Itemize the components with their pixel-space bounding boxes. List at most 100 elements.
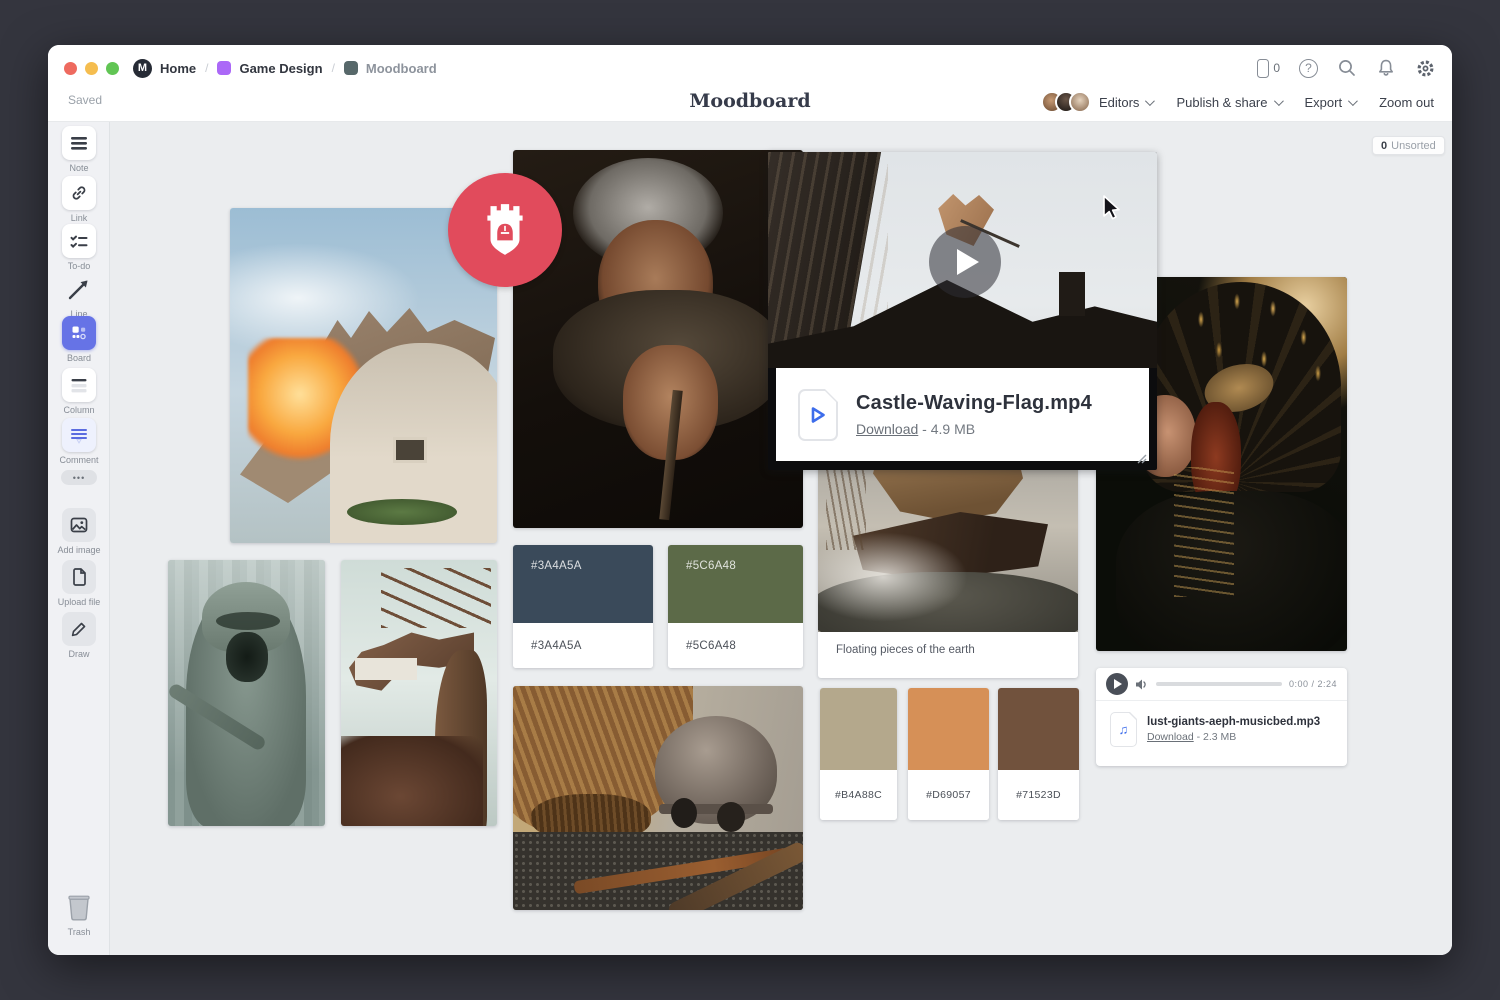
castle-logo-badge[interactable]	[448, 173, 562, 287]
app-window: M Home / Game Design / Moodboard 0 ?	[48, 45, 1452, 955]
settings-gear-icon[interactable]	[1415, 58, 1436, 79]
volume-icon[interactable]	[1135, 678, 1149, 691]
breadcrumb-project[interactable]: Game Design	[239, 61, 322, 76]
card-floating-earth[interactable]: Floating pieces of the earth	[818, 440, 1078, 678]
header-actions: Editors Publish & share Export Zoom out	[1041, 89, 1434, 115]
tool-draw[interactable]: Draw	[48, 612, 110, 659]
play-icon	[1114, 679, 1122, 689]
music-note-icon: ♫	[1119, 722, 1129, 737]
download-link[interactable]: Download	[1147, 731, 1194, 743]
audio-progress-track[interactable]	[1156, 682, 1282, 686]
folded-corner	[825, 389, 838, 402]
tool-link[interactable]: Link	[48, 176, 110, 223]
toolbar-row: Saved Moodboard Editors Publish & share	[48, 89, 1452, 115]
file-size: 4.9 MB	[931, 421, 975, 437]
swatch-color	[820, 688, 897, 770]
board-canvas[interactable]: 0 Unsorted	[110, 122, 1452, 955]
audio-file-icon: ♫	[1110, 712, 1137, 747]
video-card[interactable]: Castle-Waving-Flag.mp4 Download - 4.9 MB	[768, 152, 1157, 470]
tool-label: Link	[71, 213, 88, 223]
mouth-decor	[226, 632, 268, 682]
phone-icon	[1257, 59, 1269, 78]
tool-board[interactable]: Board	[48, 316, 110, 363]
tool-note[interactable]: Note	[48, 126, 110, 173]
device-preview-button[interactable]: 0	[1257, 59, 1280, 78]
swatch-color	[513, 545, 653, 623]
audio-time: 0:00 / 2:24	[1289, 679, 1337, 689]
eye-hole-left-decor	[671, 798, 697, 828]
avatar	[1069, 91, 1091, 113]
export-button[interactable]: Export	[1305, 95, 1356, 110]
audio-file-text: lust-giants-aeph-musicbed.mp3 Download -…	[1147, 716, 1320, 743]
video-download-row: Download - 4.9 MB	[856, 421, 1092, 437]
help-icon[interactable]: ?	[1299, 59, 1318, 78]
maximize-window-button[interactable]	[106, 62, 119, 75]
tool-upload-file[interactable]: Upload file	[48, 560, 110, 607]
play-outline-icon	[809, 405, 827, 425]
column-icon	[62, 368, 96, 402]
tool-comment[interactable]: Comment	[48, 418, 110, 465]
publish-share-button[interactable]: Publish & share	[1176, 95, 1280, 110]
image-skeleton-knight[interactable]	[168, 560, 325, 826]
color-swatch-card[interactable]: #71523D	[998, 688, 1079, 820]
audio-player: 0:00 / 2:24	[1096, 668, 1347, 701]
eye-shadow-decor	[216, 612, 280, 630]
search-icon[interactable]	[1337, 58, 1357, 78]
swatch-footer: #3A4A5A	[513, 623, 653, 668]
main-area: Note Link	[48, 122, 1452, 955]
chevron-down-icon	[1145, 96, 1155, 106]
tool-label: Draw	[68, 649, 89, 659]
download-link[interactable]: Download	[856, 421, 918, 437]
color-swatch-card[interactable]: #B4A88C	[820, 688, 897, 820]
video-file-icon	[798, 389, 838, 441]
tool-column[interactable]: Column	[48, 368, 110, 415]
swatch-color	[668, 545, 803, 623]
project-color-icon	[217, 61, 231, 75]
audio-play-button[interactable]	[1106, 673, 1128, 695]
image-viking-helmet[interactable]	[513, 686, 803, 910]
color-swatch-card[interactable]: #5C6A48 #5C6A48	[668, 545, 803, 668]
file-size: 2.3 MB	[1203, 731, 1236, 743]
tool-label: Column	[63, 405, 94, 415]
unsorted-label: Unsorted	[1391, 140, 1436, 152]
chevron-down-icon	[1348, 96, 1358, 106]
app-logo-icon[interactable]: M	[133, 59, 152, 78]
notifications-bell-icon[interactable]	[1376, 58, 1396, 78]
tool-line[interactable]: Line	[48, 272, 110, 319]
unsorted-count: 0	[1381, 140, 1387, 152]
breadcrumb-home[interactable]: Home	[160, 61, 196, 76]
branches-decor	[826, 460, 866, 550]
tool-trash[interactable]: Trash	[48, 890, 110, 937]
swatch-hex-overlay: #3A4A5A	[531, 560, 582, 572]
minimize-window-button[interactable]	[85, 62, 98, 75]
audio-card[interactable]: 0:00 / 2:24 ♫ lust-giants-aeph-musicbed.…	[1096, 668, 1347, 766]
tool-add-image[interactable]: Add image	[48, 508, 110, 555]
video-play-button[interactable]	[929, 226, 1001, 298]
video-preview[interactable]	[768, 152, 1157, 368]
zoom-out-label: Zoom out	[1379, 95, 1434, 110]
close-window-button[interactable]	[64, 62, 77, 75]
chevron-down-icon	[1273, 96, 1283, 106]
editors-menu-button[interactable]: Editors	[1041, 91, 1152, 113]
color-swatch-card[interactable]: #3A4A5A #3A4A5A	[513, 545, 653, 668]
window-decor	[393, 437, 427, 463]
tool-label: Note	[69, 163, 88, 173]
zoom-out-button[interactable]: Zoom out	[1379, 95, 1434, 110]
tool-more[interactable]: •••	[48, 470, 110, 485]
color-swatch-card[interactable]: #D69057	[908, 688, 989, 820]
breadcrumb-board[interactable]: Moodboard	[366, 61, 437, 76]
size-separator: -	[918, 421, 930, 437]
more-tools-button: •••	[61, 470, 97, 485]
swatch-hex-label: #D69057	[926, 789, 971, 801]
mouse-cursor	[1100, 194, 1124, 222]
image-caption[interactable]: Floating pieces of the earth	[836, 644, 975, 656]
header: M Home / Game Design / Moodboard 0 ?	[48, 45, 1452, 122]
add-image-icon	[62, 508, 96, 542]
resize-handle[interactable]	[1135, 452, 1147, 464]
export-label: Export	[1305, 95, 1343, 110]
tool-label: Board	[67, 353, 91, 363]
image-dragon-figurehead[interactable]	[341, 560, 497, 826]
header-icons: 0 ?	[1257, 58, 1436, 79]
unsorted-badge[interactable]: 0 Unsorted	[1372, 136, 1445, 155]
tool-todo[interactable]: To-do	[48, 224, 110, 271]
